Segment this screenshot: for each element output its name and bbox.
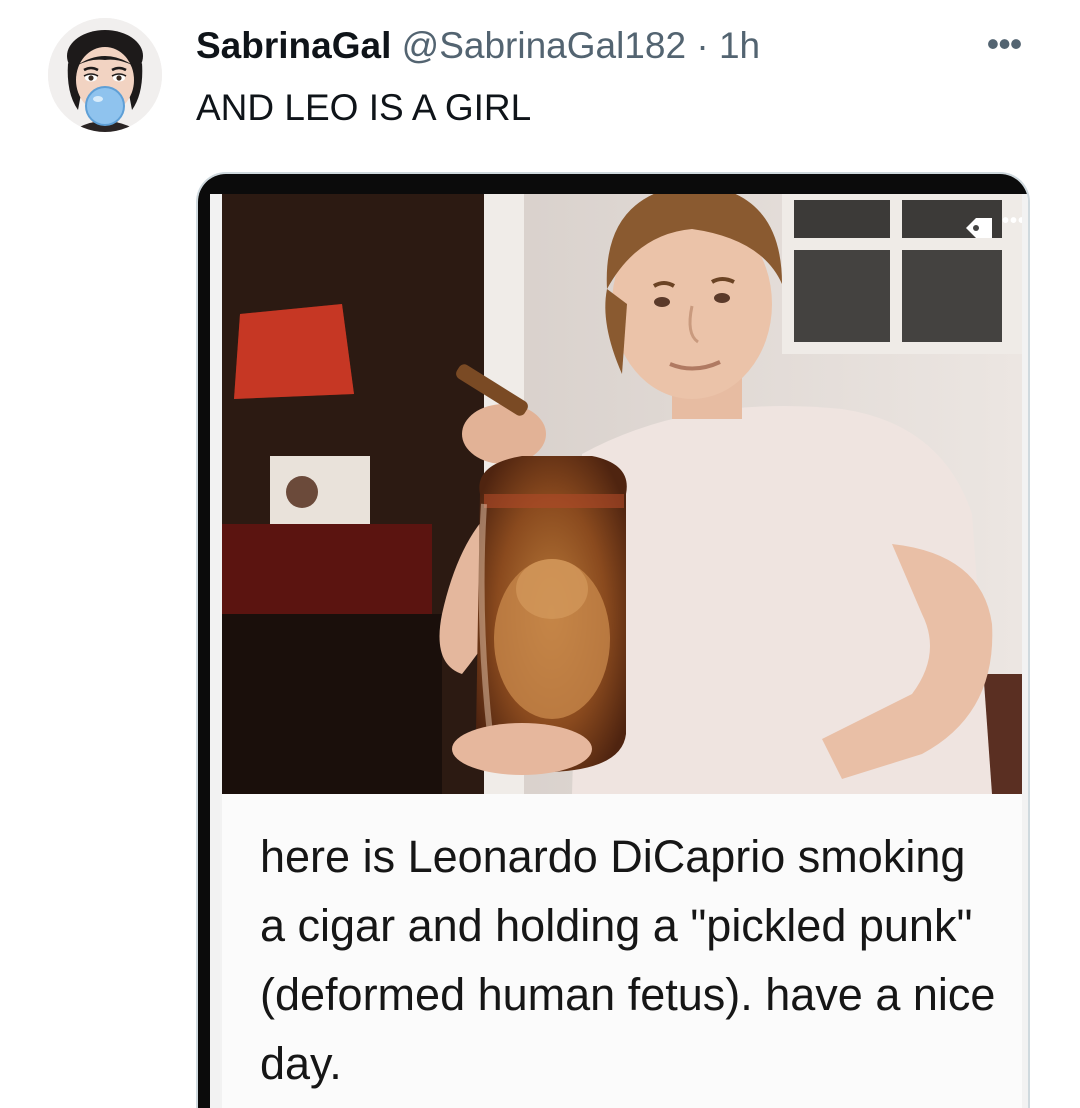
display-name[interactable]: SabrinaGal xyxy=(196,25,391,66)
tweet-header: SabrinaGal @SabrinaGal182 · 1h xyxy=(196,24,760,68)
tag-icon xyxy=(966,218,992,238)
user-handle[interactable]: @SabrinaGal182 xyxy=(402,25,686,66)
avatar[interactable] xyxy=(48,18,162,132)
screenshot-image: ••• here is Leonardo DiCaprio smoking a … xyxy=(198,174,1028,1108)
more-options-button[interactable]: ••• xyxy=(970,20,1038,68)
tweet-text: AND LEO IS A GIRL xyxy=(196,87,532,128)
more-horizontal-icon: ••• xyxy=(986,23,1023,64)
media-card[interactable]: ••• here is Leonardo DiCaprio smoking a … xyxy=(196,172,1030,1108)
header-separator: · xyxy=(686,25,719,66)
photo-illustration xyxy=(222,194,1022,794)
image-border-left xyxy=(198,174,210,1108)
photo-more-icon: ••• xyxy=(1002,210,1022,232)
avatar-illustration xyxy=(48,18,162,132)
caption-box: here is Leonardo DiCaprio smoking a ciga… xyxy=(222,794,1022,1108)
tweet: SabrinaGal @SabrinaGal182 · 1h ••• AND L… xyxy=(0,0,1080,1108)
timestamp[interactable]: 1h xyxy=(719,25,760,66)
photo: ••• xyxy=(222,194,1022,794)
image-border-top xyxy=(198,174,1028,194)
caption-text: here is Leonardo DiCaprio smoking a ciga… xyxy=(260,831,996,1089)
